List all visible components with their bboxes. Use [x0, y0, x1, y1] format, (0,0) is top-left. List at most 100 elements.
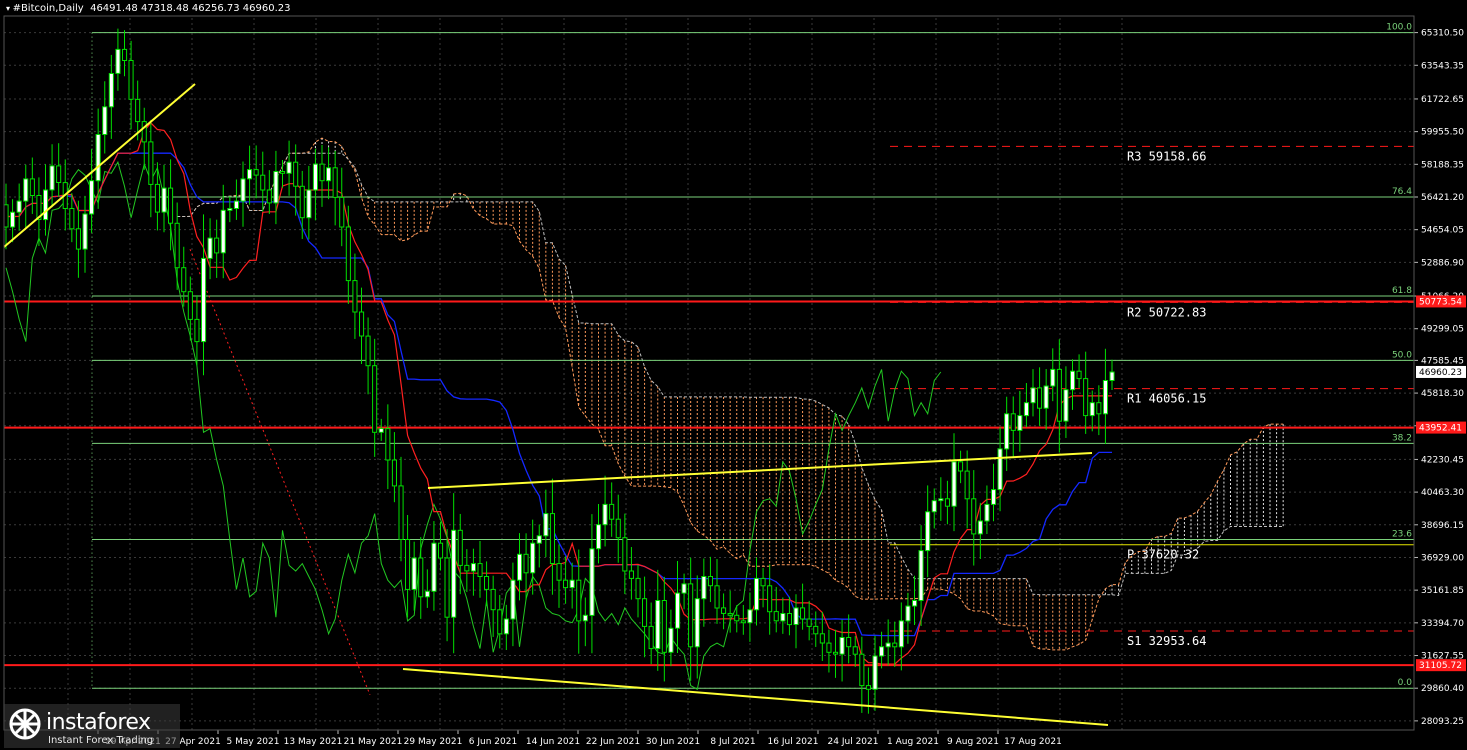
- candle: [905, 605, 911, 622]
- candle: [312, 163, 318, 191]
- candle: [1017, 415, 1023, 431]
- candle: [977, 520, 983, 535]
- candle: [102, 106, 108, 136]
- candle: [1043, 385, 1049, 409]
- price-axis-label: 59955.50: [1421, 128, 1464, 138]
- candle: [1070, 370, 1076, 391]
- candle: [642, 598, 648, 627]
- symbol-label: #Bitcoin,Daily: [6, 3, 84, 14]
- price-axis-label: 29860.40: [1421, 684, 1464, 694]
- current-price-label: 46960.23: [1419, 368, 1462, 378]
- candle: [819, 633, 825, 644]
- candle: [1056, 368, 1062, 422]
- candle: [879, 646, 885, 657]
- candle: [95, 134, 101, 182]
- candle: [187, 291, 193, 320]
- pivot-label: R3 59158.66: [1127, 149, 1206, 163]
- candle: [365, 335, 371, 367]
- candle: [438, 542, 444, 559]
- candle: [299, 185, 305, 219]
- candle: [29, 178, 35, 196]
- candle: [806, 618, 812, 627]
- candle: [1030, 387, 1036, 404]
- candle: [833, 651, 839, 655]
- time-axis-label: 5 May 2021: [227, 737, 280, 747]
- candle: [69, 208, 75, 230]
- candle: [398, 485, 404, 540]
- fib-level-label: 61.8: [1392, 286, 1412, 296]
- pivot-label: P 37620.32: [1127, 548, 1199, 562]
- candle: [767, 585, 773, 613]
- candle: [892, 642, 898, 648]
- candle: [912, 600, 918, 607]
- candle: [885, 642, 891, 648]
- candle: [260, 174, 266, 191]
- candle: [1023, 402, 1030, 417]
- candle: [1083, 378, 1089, 417]
- candle: [707, 576, 714, 587]
- time-axis-label: 13 May 2021: [284, 737, 343, 747]
- candle: [418, 557, 424, 598]
- candle: [253, 169, 259, 176]
- candle: [688, 583, 694, 648]
- candle: [1102, 380, 1109, 415]
- candle: [648, 625, 654, 650]
- candle: [108, 73, 114, 108]
- candle: [10, 211, 16, 228]
- candle: [293, 161, 299, 187]
- brand-name: instaforex: [46, 710, 151, 735]
- candle: [964, 470, 970, 500]
- candle: [773, 611, 779, 622]
- candle: [549, 513, 556, 564]
- candle: [154, 183, 160, 213]
- pivot-label: R1 46056.15: [1127, 392, 1206, 406]
- candle: [694, 598, 700, 648]
- price-chart[interactable]: 100.0 76.4 61.8 50.0 38.2 23.6 0.0 R3 59158.66 R…: [0, 0, 1467, 750]
- candle: [220, 209, 226, 254]
- candle: [793, 607, 799, 626]
- time-axis-label: 1 Aug 2021: [887, 737, 939, 747]
- time-axis-label: 30 Jun 2021: [646, 737, 700, 747]
- level-price-tag-label: 50773.54: [1419, 297, 1462, 307]
- candle: [517, 553, 523, 581]
- candle: [734, 614, 740, 622]
- candle: [359, 311, 365, 337]
- candle: [918, 550, 924, 601]
- candle: [128, 60, 134, 100]
- candle: [451, 529, 457, 618]
- candle: [602, 503, 608, 526]
- fib-level-label: 76.4: [1392, 187, 1412, 197]
- pivot-label: R2 50722.83: [1127, 305, 1206, 319]
- candle: [865, 685, 872, 690]
- candle: [997, 448, 1003, 491]
- price-axis-label: 42230.45: [1421, 455, 1464, 465]
- price-axis-label: 65310.50: [1421, 29, 1464, 39]
- candle: [898, 620, 904, 648]
- candle: [609, 503, 615, 520]
- candle: [214, 237, 220, 254]
- candle: [424, 590, 430, 598]
- ohlc-readout: 46491.48 47318.48 46256.73 46960.23: [90, 3, 291, 14]
- candle: [813, 625, 819, 635]
- candle: [839, 637, 845, 655]
- fib-level-label: 50.0: [1392, 350, 1412, 360]
- candle: [754, 577, 760, 611]
- candle: [227, 208, 233, 211]
- candle: [991, 489, 997, 505]
- candle: [582, 614, 588, 622]
- candle: [780, 613, 786, 622]
- candle: [326, 167, 332, 182]
- candle: [530, 542, 536, 574]
- candle: [411, 557, 417, 590]
- candle: [721, 607, 727, 614]
- candle: [661, 600, 667, 653]
- candle: [655, 600, 661, 650]
- candle: [852, 646, 858, 655]
- candle: [622, 537, 628, 572]
- candle: [233, 200, 239, 210]
- price-axis-label: 28093.25: [1421, 717, 1464, 727]
- candle: [43, 189, 49, 221]
- time-axis-label: 16 Jul 2021: [768, 737, 819, 747]
- candle: [75, 228, 82, 250]
- candle: [280, 171, 286, 174]
